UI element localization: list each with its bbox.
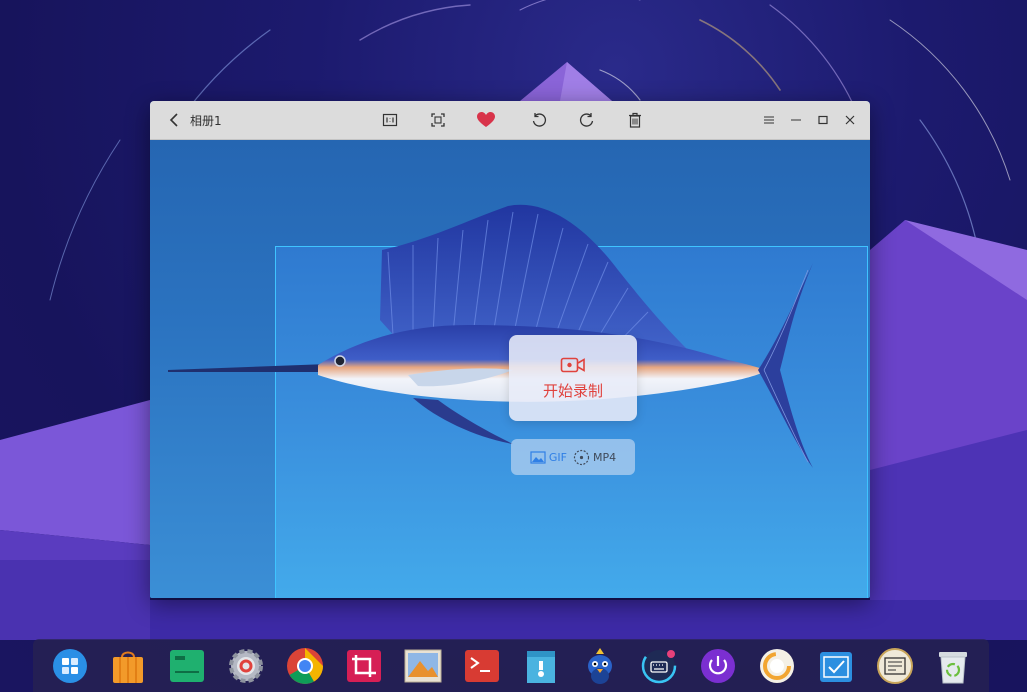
sailfish-image	[168, 204, 813, 468]
multitasking-icon	[170, 650, 204, 682]
minimize-button[interactable]	[785, 109, 807, 131]
dock-archive-manager[interactable]	[521, 646, 561, 686]
dock-task-check[interactable]	[816, 646, 856, 686]
dock-terminal[interactable]	[462, 646, 502, 686]
chevron-left-icon	[169, 113, 178, 127]
album-title: 相册1	[190, 114, 222, 128]
trash-bin-icon	[939, 652, 967, 684]
dock-trash[interactable]	[933, 646, 973, 686]
dock-system-monitor[interactable]	[757, 646, 797, 686]
image-viewer-icon	[404, 649, 442, 683]
maximize-button[interactable]	[812, 109, 834, 131]
menu-icon	[764, 116, 774, 124]
dock-image-viewer[interactable]	[403, 646, 443, 686]
dock-screenshot[interactable]	[344, 646, 384, 686]
dock-multitasking[interactable]	[167, 646, 207, 686]
dock-app-store[interactable]	[108, 646, 148, 686]
rotate-left-button[interactable]	[528, 109, 550, 131]
menu-button[interactable]	[758, 109, 780, 131]
format-selector: GIF MP4	[511, 439, 635, 475]
heart-icon	[477, 112, 495, 127]
delete-button[interactable]	[624, 109, 646, 131]
minimize-icon	[791, 119, 801, 121]
start-recording-label: 开始录制	[542, 381, 603, 400]
dock-chrome[interactable]	[285, 646, 325, 686]
format-mp4-label: MP4	[592, 450, 617, 464]
format-mp4-option[interactable]: MP4	[573, 449, 616, 466]
task-check-icon	[820, 652, 852, 682]
app-store-icon	[113, 651, 143, 683]
film-reel-icon	[573, 449, 590, 465]
format-gif-option[interactable]: GIF	[530, 451, 567, 464]
actual-size-icon	[382, 113, 398, 127]
start-recording-button[interactable]: 开始录制	[509, 335, 637, 421]
input-keyboard-icon	[641, 648, 677, 684]
settings-icon	[229, 649, 263, 683]
format-gif-label: GIF	[548, 450, 567, 464]
terminal-icon	[465, 650, 499, 682]
favorite-button[interactable]	[475, 109, 497, 131]
rotate-right-icon	[579, 113, 594, 127]
trash-icon	[629, 112, 641, 128]
fit-window-button[interactable]	[427, 109, 449, 131]
fit-window-icon	[431, 113, 445, 127]
archive-manager-icon	[527, 651, 555, 683]
dock-mascot-app[interactable]	[580, 646, 620, 686]
video-camera-icon	[560, 357, 585, 372]
dock-launcher[interactable]	[50, 646, 90, 686]
dock-power[interactable]	[698, 646, 738, 686]
back-button[interactable]	[164, 110, 184, 130]
system-monitor-icon	[760, 649, 794, 683]
power-icon	[701, 649, 735, 683]
rotate-left-icon	[532, 113, 547, 127]
dock-calendar[interactable]	[875, 646, 915, 686]
title-bar: 相册1	[150, 101, 870, 140]
maximize-icon	[818, 115, 828, 125]
mascot-icon	[588, 648, 612, 684]
dock-input-method[interactable]	[639, 646, 679, 686]
taskbar-dock	[33, 639, 989, 692]
calendar-icon	[877, 648, 913, 684]
dock-settings[interactable]	[226, 646, 266, 686]
image-icon	[530, 450, 546, 464]
chrome-icon	[287, 648, 323, 684]
launcher-icon	[53, 649, 87, 683]
close-icon	[845, 115, 855, 125]
actual-size-button[interactable]	[379, 109, 401, 131]
rotate-right-button[interactable]	[576, 109, 598, 131]
screenshot-icon	[347, 650, 381, 682]
close-button[interactable]	[839, 109, 861, 131]
